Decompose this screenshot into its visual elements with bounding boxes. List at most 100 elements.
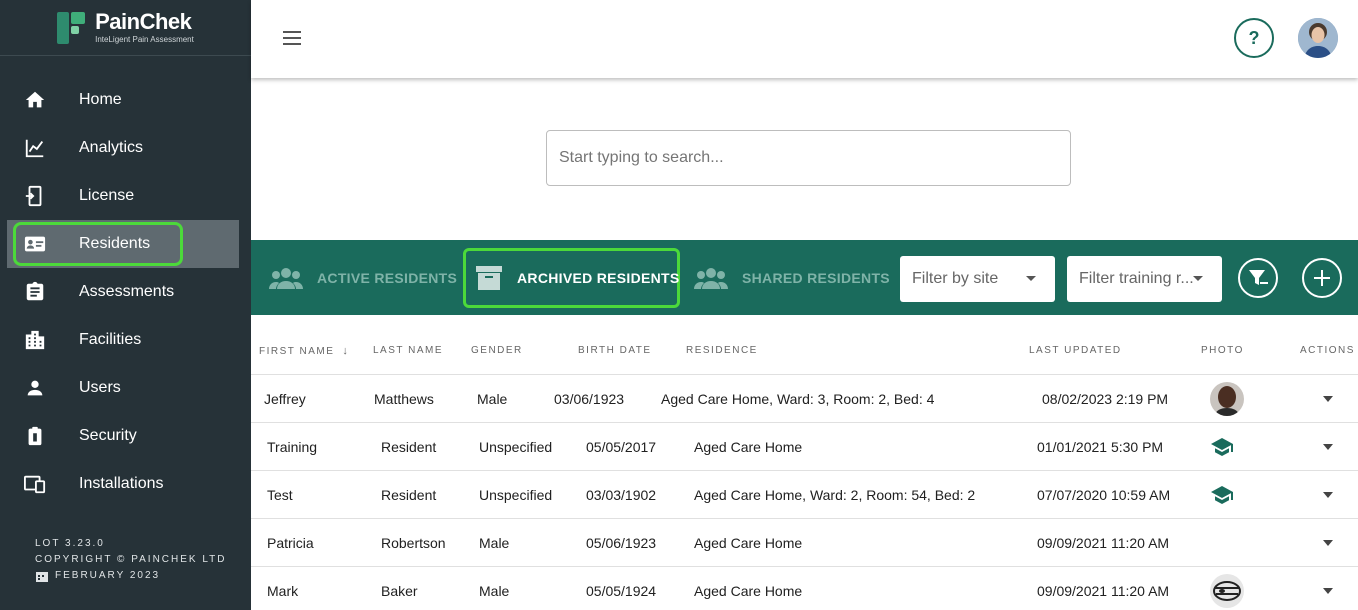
table-row[interactable]: Test Resident Unspecified 03/03/1902 Age… xyxy=(251,471,1358,519)
sidebar-item-label: Home xyxy=(79,91,122,108)
users-icon xyxy=(27,380,43,396)
tab-archived-residents[interactable]: ARCHIVED RESIDENTS xyxy=(475,240,680,315)
tab-active-residents[interactable]: ACTIVE RESIDENTS xyxy=(269,240,457,315)
group-icon xyxy=(694,267,728,289)
user-photo xyxy=(1298,18,1338,58)
last-name-cell: Resident xyxy=(381,487,437,503)
gender-cell: Unspecified xyxy=(479,487,553,503)
last-name-cell: Resident xyxy=(381,439,437,455)
resident-photo xyxy=(1210,382,1244,416)
sidebar-item-users[interactable]: Users xyxy=(0,364,251,412)
calendar-icon xyxy=(36,572,48,582)
column-last-updated[interactable]: LAST UPDATED xyxy=(1029,345,1122,356)
sidebar-item-label: Security xyxy=(79,427,137,444)
sidebar-item-residents[interactable]: Residents xyxy=(7,220,239,268)
first-name-cell: Test xyxy=(267,487,293,503)
last-updated-cell: 09/09/2021 11:20 AM xyxy=(1037,535,1170,551)
sort-arrow-down-icon[interactable]: ↓ xyxy=(342,345,349,357)
column-actions: ACTIONS xyxy=(1300,345,1355,356)
birth-date-cell: 03/06/1923 xyxy=(554,391,625,407)
search-input[interactable] xyxy=(546,130,1071,186)
column-birth-date[interactable]: BIRTH DATE xyxy=(578,345,652,356)
tab-label: SHARED RESIDENTS xyxy=(742,269,890,286)
sidebar-item-label: Facilities xyxy=(79,331,142,348)
sidebar-item-assessments[interactable]: Assessments xyxy=(0,268,251,316)
sidebar-item-analytics[interactable]: Analytics xyxy=(0,124,251,172)
gender-cell: Male xyxy=(477,391,508,407)
table-row[interactable]: Mark Baker Male 05/05/1924 Aged Care Hom… xyxy=(251,567,1358,610)
gender-cell: Unspecified xyxy=(479,439,553,455)
filter-site-value: Filter by site xyxy=(912,270,999,287)
analytics-icon xyxy=(25,139,44,158)
clear-filters-button[interactable] xyxy=(1238,258,1278,298)
row-actions-dropdown-icon[interactable] xyxy=(1323,444,1333,450)
residents-tab-bar: ACTIVE RESIDENTS ARCHIVED RESIDENTS SHAR… xyxy=(251,240,1358,315)
sidebar-item-home[interactable]: Home xyxy=(0,76,251,124)
archive-box-icon xyxy=(476,265,502,290)
brand-logo[interactable]: PainChek InteLigent Pain Assessment xyxy=(0,0,251,56)
sidebar-item-label: Analytics xyxy=(79,139,144,156)
residence-cell: Aged Care Home, Ward: 2, Room: 54, Bed: … xyxy=(694,487,976,503)
birth-date-cell: 05/06/1923 xyxy=(586,535,657,551)
row-actions-dropdown-icon[interactable] xyxy=(1323,396,1333,402)
last-updated-cell: 07/07/2020 10:59 AM xyxy=(1037,487,1171,503)
filter-training-select[interactable]: Filter training r... xyxy=(1067,256,1222,302)
group-icon xyxy=(269,267,303,289)
column-residence[interactable]: RESIDENCE xyxy=(686,345,758,356)
residence-cell: Aged Care Home xyxy=(694,535,803,551)
sidebar-item-label: Assessments xyxy=(79,283,175,300)
first-name-cell: Mark xyxy=(267,583,299,599)
last-updated-cell: 09/09/2021 11:20 AM xyxy=(1037,583,1170,599)
chevron-down-icon xyxy=(1193,276,1203,281)
residence-cell: Aged Care Home xyxy=(694,583,803,599)
sidebar-item-facilities[interactable]: Facilities xyxy=(0,316,251,364)
facilities-icon xyxy=(25,330,45,350)
row-actions-dropdown-icon[interactable] xyxy=(1323,492,1333,498)
version-text: LOT 3.23.0 xyxy=(35,538,105,549)
filter-by-site-select[interactable]: Filter by site xyxy=(900,256,1055,302)
sidebar-item-security[interactable]: Security xyxy=(0,412,251,460)
brand-tagline: InteLigent Pain Assessment xyxy=(95,35,194,44)
sidebar-item-license[interactable]: License xyxy=(0,172,251,220)
brand-name: PainChek xyxy=(95,9,192,34)
gender-cell: Male xyxy=(479,583,510,599)
first-name-cell: Training xyxy=(267,439,318,455)
license-icon xyxy=(25,185,42,207)
chevron-down-icon xyxy=(1026,276,1036,281)
sidebar-item-label: Residents xyxy=(79,235,151,252)
row-actions-dropdown-icon[interactable] xyxy=(1323,588,1333,594)
column-gender[interactable]: GENDER xyxy=(471,345,523,356)
birth-date-cell: 05/05/2017 xyxy=(586,439,657,455)
user-avatar[interactable] xyxy=(1298,18,1338,58)
sidebar-item-installations[interactable]: Installations xyxy=(0,460,251,508)
top-bar: ? xyxy=(251,0,1358,78)
column-photo: PHOTO xyxy=(1201,345,1244,356)
last-updated-cell: 08/02/2023 2:19 PM xyxy=(1042,391,1169,407)
residents-icon xyxy=(24,236,46,252)
filter-clear-icon xyxy=(1249,270,1268,285)
column-first-name[interactable]: FIRST NAME ↓ xyxy=(259,345,349,357)
first-name-cell: Jeffrey xyxy=(264,391,306,407)
row-actions-dropdown-icon[interactable] xyxy=(1323,540,1333,546)
table-header: FIRST NAME ↓ LAST NAME GENDER BIRTH DATE … xyxy=(251,326,1358,375)
last-updated-cell: 01/01/2021 5:30 PM xyxy=(1037,439,1164,455)
add-resident-button[interactable] xyxy=(1302,258,1342,298)
birth-date-cell: 03/03/1902 xyxy=(586,487,657,503)
plus-icon xyxy=(1314,270,1330,286)
help-button[interactable]: ? xyxy=(1234,18,1274,58)
sidebar-item-label: Installations xyxy=(79,475,164,492)
sidebar-nav: Home Analytics License Residents Assessm… xyxy=(0,76,251,508)
table-row[interactable]: Patricia Robertson Male 05/06/1923 Aged … xyxy=(251,519,1358,567)
residence-cell: Aged Care Home xyxy=(694,439,803,455)
tab-shared-residents[interactable]: SHARED RESIDENTS xyxy=(694,240,890,315)
copyright-text: COPYRIGHT © PAINCHEK LTD xyxy=(35,554,227,565)
gender-cell: Male xyxy=(479,535,510,551)
hamburger-menu-icon[interactable] xyxy=(283,31,301,45)
column-last-name[interactable]: LAST NAME xyxy=(373,345,443,356)
table-row[interactable]: Jeffrey Matthews Male 03/06/1923 Aged Ca… xyxy=(251,375,1358,423)
sidebar-item-label: Users xyxy=(79,379,121,396)
tab-label: ARCHIVED RESIDENTS xyxy=(517,269,680,286)
table-row[interactable]: Training Resident Unspecified 05/05/2017… xyxy=(251,423,1358,471)
graduation-cap-icon xyxy=(1211,438,1233,456)
home-icon xyxy=(25,91,45,108)
